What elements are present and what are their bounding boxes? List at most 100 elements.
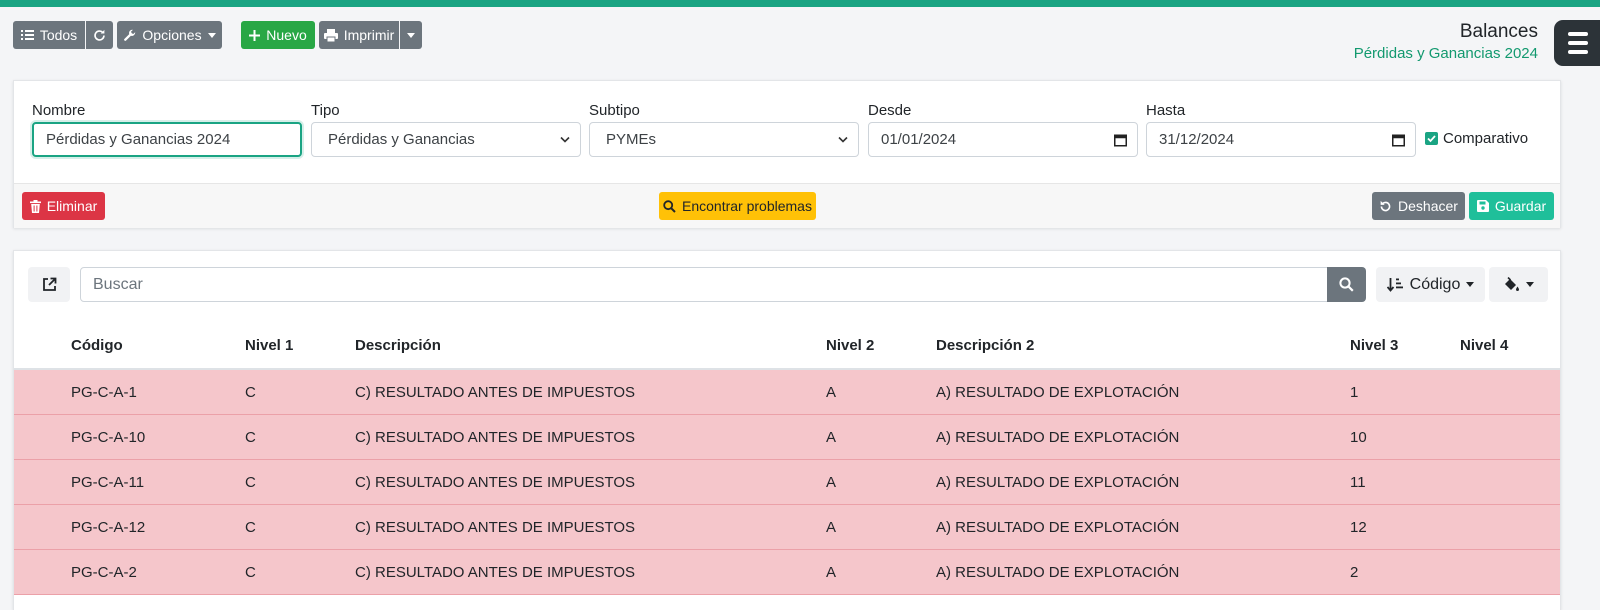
sort-amount-icon	[1386, 278, 1403, 292]
page-title: Balances	[1459, 21, 1538, 42]
cell-nivel-1: C	[245, 519, 256, 536]
edit-form-card: Nombre Pérdidas y Ganancias 2024 Tipo Pé…	[13, 80, 1561, 228]
opciones-label: Opciones	[142, 27, 202, 43]
table-row[interactable]: PG-C-A-10 C C) RESULTADO ANTES DE IMPUES…	[14, 415, 1560, 460]
search-icon	[1339, 277, 1354, 292]
cell-descripcion: C) RESULTADO ANTES DE IMPUESTOS	[355, 384, 636, 401]
cell-nivel-2: A	[826, 474, 837, 491]
column-header-codigo[interactable]: Código	[71, 337, 123, 354]
chevron-down-icon	[560, 136, 570, 143]
paint-bucket-icon	[1505, 277, 1519, 291]
hasta-date-input[interactable]: 31/12/2024	[1146, 122, 1416, 157]
cell-nivel-3: 10	[1350, 429, 1367, 446]
column-header-nivel-1[interactable]: Nivel 1	[245, 337, 293, 354]
nuevo-button[interactable]: Nuevo	[241, 21, 315, 49]
cell-nivel-3: 12	[1350, 519, 1367, 536]
cell-descripcion: C) RESULTADO ANTES DE IMPUESTOS	[355, 429, 636, 446]
wrench-icon	[124, 29, 136, 41]
cell-codigo: PG-C-A-1	[71, 384, 137, 401]
opciones-button[interactable]: Opciones	[117, 21, 222, 49]
cell-codigo: PG-C-A-12	[71, 519, 146, 536]
cell-descripcion-2: A) RESULTADO DE EXPLOTACIÓN	[936, 564, 1180, 581]
column-header-nivel-2[interactable]: Nivel 2	[826, 337, 874, 354]
save-icon	[1476, 200, 1489, 212]
comparativo-label: Comparativo	[1443, 130, 1529, 147]
cell-codigo: PG-C-A-2	[71, 564, 137, 581]
table-row[interactable]: PG-C-A-1 C C) RESULTADO ANTES DE IMPUEST…	[14, 370, 1560, 415]
imprimir-label: Imprimir	[343, 27, 395, 43]
chevron-down-icon	[207, 32, 216, 38]
sort-button[interactable]: Código	[1376, 267, 1485, 302]
cell-nivel-2: A	[826, 429, 837, 446]
desde-label: Desde	[868, 102, 912, 119]
menu-icon[interactable]	[1554, 20, 1600, 66]
deshacer-button[interactable]: Deshacer	[1372, 192, 1465, 220]
chevron-down-icon	[1466, 282, 1475, 287]
cell-descripcion-2: A) RESULTADO DE EXPLOTACIÓN	[936, 384, 1180, 401]
cell-descripcion: C) RESULTADO ANTES DE IMPUESTOS	[355, 564, 636, 581]
guardar-button[interactable]: Guardar	[1469, 192, 1554, 220]
imprimir-dropdown-button[interactable]	[400, 21, 422, 49]
page-title-area: Balances Pérdidas y Ganancias 2024	[1354, 20, 1538, 64]
tipo-label: Tipo	[311, 102, 340, 119]
cell-nivel-2: A	[826, 384, 837, 401]
eliminar-label: Eliminar	[46, 198, 98, 214]
column-header-nivel-3[interactable]: Nivel 3	[1350, 337, 1398, 354]
nombre-input[interactable]: Pérdidas y Ganancias 2024	[32, 122, 302, 157]
cell-nivel-1: C	[245, 429, 256, 446]
cell-descripcion-2: A) RESULTADO DE EXPLOTACIÓN	[936, 474, 1180, 491]
deshacer-label: Deshacer	[1398, 198, 1458, 214]
table-row[interactable]: PG-C-A-2 C C) RESULTADO ANTES DE IMPUEST…	[14, 550, 1560, 595]
cell-nivel-1: C	[245, 474, 256, 491]
search-input[interactable]: Buscar	[80, 267, 1328, 302]
cell-nivel-1: C	[245, 384, 256, 401]
cell-codigo: PG-C-A-11	[71, 474, 145, 491]
encontrar-problemas-button[interactable]: Encontrar problemas	[659, 192, 816, 220]
subtipo-select[interactable]: PYMEs	[589, 122, 859, 157]
cell-nivel-2: A	[826, 519, 837, 536]
nuevo-label: Nuevo	[266, 27, 307, 43]
column-header-nivel-4[interactable]: Nivel 4	[1460, 337, 1508, 354]
calendar-icon[interactable]	[1114, 133, 1127, 146]
cell-nivel-3: 2	[1350, 564, 1359, 581]
desde-value: 01/01/2024	[881, 131, 957, 148]
hasta-label: Hasta	[1146, 102, 1186, 119]
cell-descripcion: C) RESULTADO ANTES DE IMPUESTOS	[355, 474, 636, 491]
page-subtitle: Pérdidas y Ganancias 2024	[1353, 45, 1538, 62]
cell-nivel-2: A	[826, 564, 837, 581]
eliminar-button[interactable]: Eliminar	[22, 192, 105, 220]
search-button[interactable]	[1327, 267, 1366, 302]
table-row[interactable]: PG-C-A-11 C C) RESULTADO ANTES DE IMPUES…	[14, 460, 1560, 505]
desde-date-input[interactable]: 01/01/2024	[868, 122, 1138, 157]
cell-descripcion-2: A) RESULTADO DE EXPLOTACIÓN	[936, 429, 1180, 446]
table-row[interactable]: PG-C-A-12 C C) RESULTADO ANTES DE IMPUES…	[14, 505, 1560, 550]
cell-nivel-3: 1	[1350, 384, 1359, 401]
refresh-button[interactable]	[86, 21, 113, 49]
todos-button[interactable]: Todos	[13, 21, 85, 49]
column-header-descripcion-2[interactable]: Descripción 2	[936, 337, 1034, 354]
form-footer: Eliminar Encontrar problemas Deshacer Gu…	[14, 183, 1560, 228]
open-new-tab-button[interactable]	[28, 267, 70, 302]
chevron-down-icon	[407, 32, 415, 38]
calendar-icon[interactable]	[1392, 133, 1405, 146]
external-link-icon	[42, 277, 56, 291]
guardar-label: Guardar	[1494, 198, 1547, 214]
color-filter-button[interactable]	[1489, 267, 1548, 302]
printer-icon	[323, 28, 338, 42]
imprimir-button[interactable]: Imprimir	[319, 21, 399, 49]
refresh-icon	[94, 29, 105, 41]
trash-icon	[29, 199, 41, 213]
sort-label: Código	[1409, 275, 1461, 293]
chevron-down-icon	[1526, 282, 1534, 287]
comparativo-checkbox[interactable]	[1425, 132, 1438, 145]
cell-codigo: PG-C-A-10	[71, 429, 146, 446]
tipo-select[interactable]: Pérdidas y Ganancias	[311, 122, 581, 157]
cell-nivel-3: 11	[1350, 474, 1366, 491]
undo-icon	[1380, 200, 1391, 211]
cell-descripcion-2: A) RESULTADO DE EXPLOTACIÓN	[936, 519, 1180, 536]
column-header-descripcion[interactable]: Descripción	[355, 337, 441, 354]
tipo-value: Pérdidas y Ganancias	[328, 131, 475, 148]
subtipo-label: Subtipo	[589, 102, 640, 119]
encontrar-problemas-label: Encontrar problemas	[682, 198, 812, 214]
subtipo-value: PYMEs	[606, 131, 657, 148]
